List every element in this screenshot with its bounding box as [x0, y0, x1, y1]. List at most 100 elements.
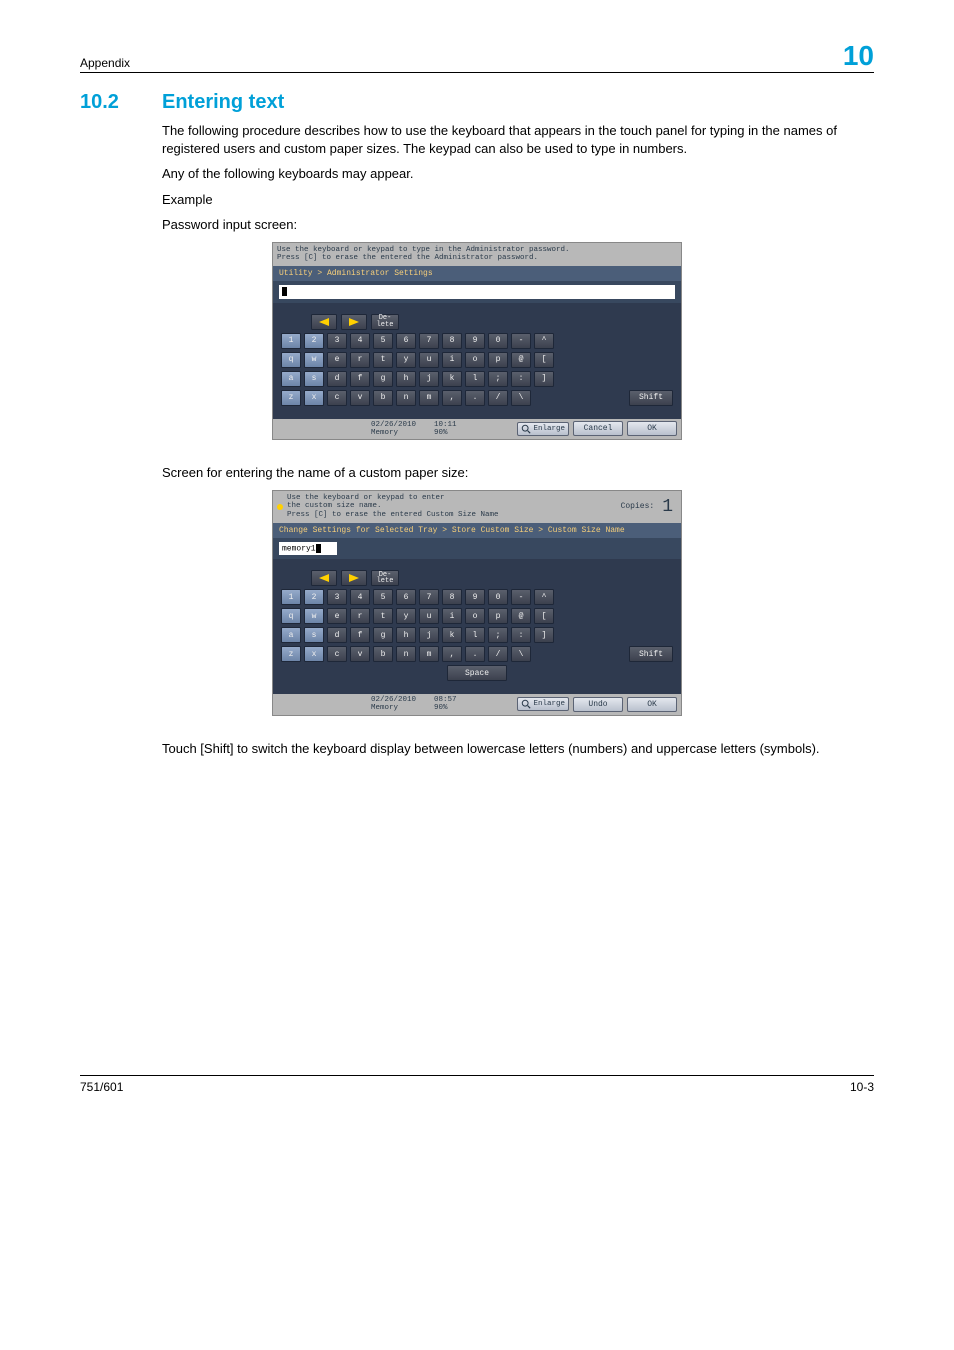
- key-o[interactable]: o: [465, 608, 485, 624]
- key-2[interactable]: 2: [304, 589, 324, 605]
- key-r[interactable]: r: [350, 608, 370, 624]
- key-5[interactable]: 5: [373, 333, 393, 349]
- key-6[interactable]: 6: [396, 333, 416, 349]
- key-0[interactable]: 0: [488, 333, 508, 349]
- key-c[interactable]: c: [327, 390, 347, 406]
- key-b[interactable]: b: [373, 390, 393, 406]
- key-at[interactable]: @: [511, 352, 531, 368]
- shift-key[interactable]: Shift: [629, 390, 673, 406]
- key-i[interactable]: i: [442, 352, 462, 368]
- arrow-left-key[interactable]: [311, 314, 337, 330]
- key-1[interactable]: 1: [281, 589, 301, 605]
- key-q[interactable]: q: [281, 352, 301, 368]
- key-3[interactable]: 3: [327, 589, 347, 605]
- key-u[interactable]: u: [419, 608, 439, 624]
- key-caret[interactable]: ^: [534, 333, 554, 349]
- key-n[interactable]: n: [396, 390, 416, 406]
- key-r[interactable]: r: [350, 352, 370, 368]
- key-h[interactable]: h: [396, 371, 416, 387]
- key-d[interactable]: d: [327, 371, 347, 387]
- key-f[interactable]: f: [350, 371, 370, 387]
- key-colon[interactable]: :: [511, 627, 531, 643]
- key-k[interactable]: k: [442, 371, 462, 387]
- key-j[interactable]: j: [419, 371, 439, 387]
- enlarge-button[interactable]: Enlarge: [517, 697, 569, 711]
- key-l[interactable]: l: [465, 627, 485, 643]
- undo-button[interactable]: Undo: [573, 697, 623, 712]
- key-m[interactable]: m: [419, 646, 439, 662]
- key-o[interactable]: o: [465, 352, 485, 368]
- key-7[interactable]: 7: [419, 333, 439, 349]
- key-y[interactable]: y: [396, 608, 416, 624]
- delete-key[interactable]: De- lete: [371, 570, 399, 586]
- cancel-button[interactable]: Cancel: [573, 421, 623, 436]
- key-a[interactable]: a: [281, 371, 301, 387]
- key-4[interactable]: 4: [350, 333, 370, 349]
- key-period[interactable]: .: [465, 390, 485, 406]
- key-w[interactable]: w: [304, 352, 324, 368]
- key-k[interactable]: k: [442, 627, 462, 643]
- key-semicolon[interactable]: ;: [488, 627, 508, 643]
- key-period[interactable]: .: [465, 646, 485, 662]
- key-8[interactable]: 8: [442, 333, 462, 349]
- key-j[interactable]: j: [419, 627, 439, 643]
- key-v[interactable]: v: [350, 646, 370, 662]
- custom-size-name-input[interactable]: memory1: [279, 542, 337, 556]
- key-d[interactable]: d: [327, 627, 347, 643]
- key-8[interactable]: 8: [442, 589, 462, 605]
- key-g[interactable]: g: [373, 371, 393, 387]
- shift-key[interactable]: Shift: [629, 646, 673, 662]
- key-rbracket[interactable]: ]: [534, 627, 554, 643]
- key-f[interactable]: f: [350, 627, 370, 643]
- key-2[interactable]: 2: [304, 333, 324, 349]
- key-m[interactable]: m: [419, 390, 439, 406]
- key-colon[interactable]: :: [511, 371, 531, 387]
- key-u[interactable]: u: [419, 352, 439, 368]
- key-slash[interactable]: /: [488, 390, 508, 406]
- key-w[interactable]: w: [304, 608, 324, 624]
- key-9[interactable]: 9: [465, 589, 485, 605]
- key-backslash[interactable]: \: [511, 646, 531, 662]
- key-t[interactable]: t: [373, 352, 393, 368]
- delete-key[interactable]: De- lete: [371, 314, 399, 330]
- key-s[interactable]: s: [304, 371, 324, 387]
- key-x[interactable]: x: [304, 646, 324, 662]
- key-i[interactable]: i: [442, 608, 462, 624]
- key-minus[interactable]: -: [511, 589, 531, 605]
- arrow-right-key[interactable]: [341, 314, 367, 330]
- key-at[interactable]: @: [511, 608, 531, 624]
- key-minus[interactable]: -: [511, 333, 531, 349]
- ok-button[interactable]: OK: [627, 421, 677, 436]
- key-y[interactable]: y: [396, 352, 416, 368]
- key-comma[interactable]: ,: [442, 646, 462, 662]
- key-e[interactable]: e: [327, 608, 347, 624]
- key-g[interactable]: g: [373, 627, 393, 643]
- key-4[interactable]: 4: [350, 589, 370, 605]
- key-lbracket[interactable]: [: [534, 352, 554, 368]
- key-v[interactable]: v: [350, 390, 370, 406]
- admin-password-input[interactable]: [279, 285, 675, 299]
- key-t[interactable]: t: [373, 608, 393, 624]
- arrow-left-key[interactable]: [311, 570, 337, 586]
- enlarge-button[interactable]: Enlarge: [517, 422, 569, 436]
- key-6[interactable]: 6: [396, 589, 416, 605]
- key-7[interactable]: 7: [419, 589, 439, 605]
- key-z[interactable]: z: [281, 646, 301, 662]
- key-p[interactable]: p: [488, 608, 508, 624]
- key-n[interactable]: n: [396, 646, 416, 662]
- key-s[interactable]: s: [304, 627, 324, 643]
- key-b[interactable]: b: [373, 646, 393, 662]
- key-caret[interactable]: ^: [534, 589, 554, 605]
- key-backslash[interactable]: \: [511, 390, 531, 406]
- key-lbracket[interactable]: [: [534, 608, 554, 624]
- key-3[interactable]: 3: [327, 333, 347, 349]
- key-5[interactable]: 5: [373, 589, 393, 605]
- key-p[interactable]: p: [488, 352, 508, 368]
- key-comma[interactable]: ,: [442, 390, 462, 406]
- key-z[interactable]: z: [281, 390, 301, 406]
- arrow-right-key[interactable]: [341, 570, 367, 586]
- key-9[interactable]: 9: [465, 333, 485, 349]
- space-key[interactable]: Space: [447, 665, 507, 681]
- key-1[interactable]: 1: [281, 333, 301, 349]
- key-e[interactable]: e: [327, 352, 347, 368]
